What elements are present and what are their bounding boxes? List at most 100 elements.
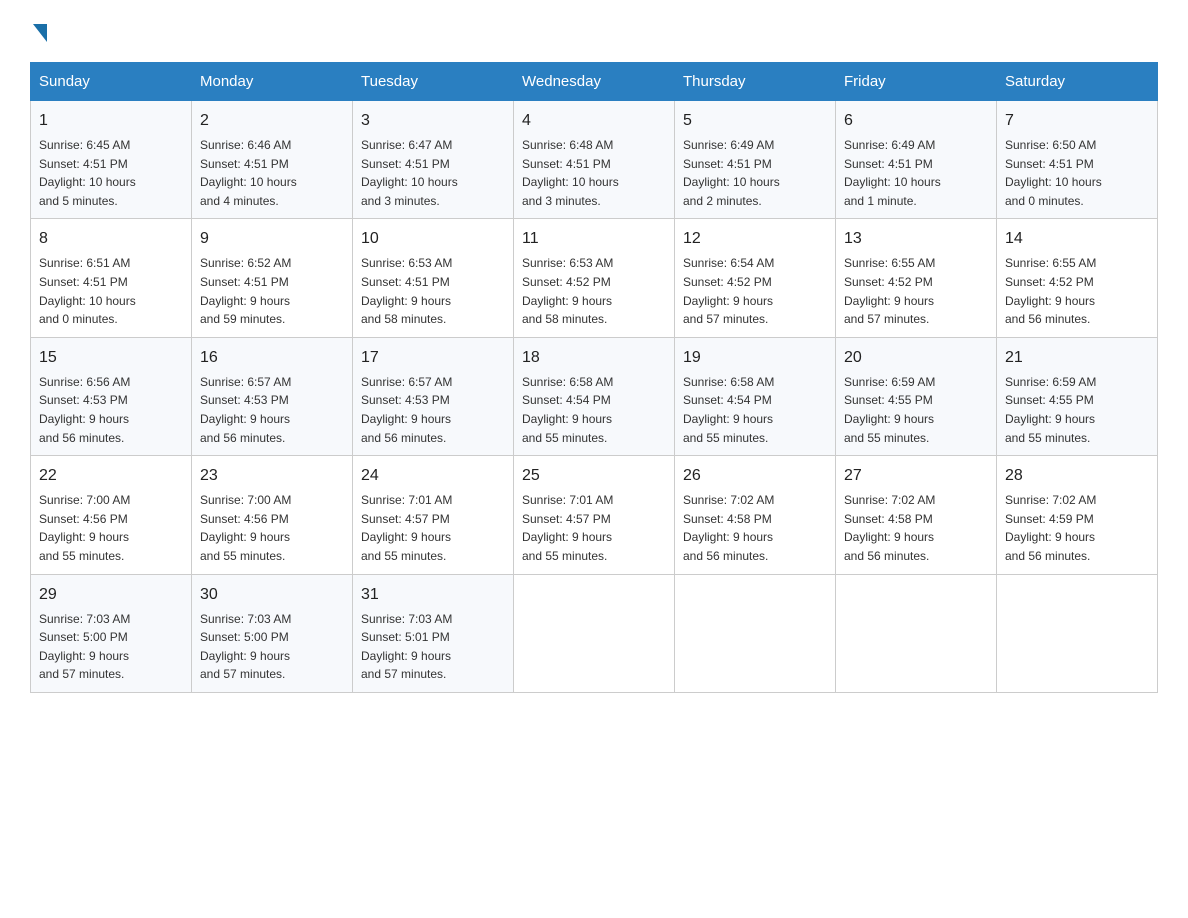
header-tuesday: Tuesday xyxy=(353,63,514,101)
calendar-cell: 30 Sunrise: 7:03 AMSunset: 5:00 PMDayligh… xyxy=(192,574,353,692)
day-number: 4 xyxy=(522,109,666,133)
day-number: 26 xyxy=(683,464,827,488)
calendar-cell: 22 Sunrise: 7:00 AMSunset: 4:56 PMDayligh… xyxy=(31,456,192,574)
day-info: Sunrise: 6:56 AMSunset: 4:53 PMDaylight:… xyxy=(39,373,183,447)
calendar-cell: 10Sunrise: 6:53 AMSunset: 4:51 PMDayligh… xyxy=(353,219,514,337)
day-info: Sunrise: 7:02 AMSunset: 4:58 PMDaylight:… xyxy=(683,491,827,565)
day-info: Sunrise: 7:00 AMSunset: 4:56 PMDaylight:… xyxy=(200,491,344,565)
day-number: 31 xyxy=(361,583,505,607)
day-number: 22 xyxy=(39,464,183,488)
header-saturday: Saturday xyxy=(997,63,1158,101)
day-number: 24 xyxy=(361,464,505,488)
calendar-cell: 4 Sunrise: 6:48 AMSunset: 4:51 PMDaylight… xyxy=(514,101,675,219)
page-header xyxy=(30,20,1158,42)
calendar-cell: 18 Sunrise: 6:58 AMSunset: 4:54 PMDayligh… xyxy=(514,337,675,455)
day-number: 16 xyxy=(200,346,344,370)
calendar-cell: 16 Sunrise: 6:57 AMSunset: 4:53 PMDayligh… xyxy=(192,337,353,455)
day-info: Sunrise: 7:02 AMSunset: 4:59 PMDaylight:… xyxy=(1005,491,1149,565)
calendar-cell: 12 Sunrise: 6:54 AMSunset: 4:52 PMDayligh… xyxy=(675,219,836,337)
calendar-cell: 3 Sunrise: 6:47 AMSunset: 4:51 PMDaylight… xyxy=(353,101,514,219)
day-info: Sunrise: 6:57 AMSunset: 4:53 PMDaylight:… xyxy=(200,373,344,447)
day-info: Sunrise: 6:55 AMSunset: 4:52 PMDaylight:… xyxy=(1005,254,1149,328)
day-number: 14 xyxy=(1005,227,1149,251)
header-friday: Friday xyxy=(836,63,997,101)
calendar-cell: 11 Sunrise: 6:53 AMSunset: 4:52 PMDayligh… xyxy=(514,219,675,337)
day-number: 12 xyxy=(683,227,827,251)
calendar-cell: 20Sunrise: 6:59 AMSunset: 4:55 PMDayligh… xyxy=(836,337,997,455)
header-wednesday: Wednesday xyxy=(514,63,675,101)
day-number: 18 xyxy=(522,346,666,370)
day-number: 6 xyxy=(844,109,988,133)
day-info: Sunrise: 6:49 AMSunset: 4:51 PMDaylight:… xyxy=(844,136,988,210)
logo-text xyxy=(30,20,47,42)
day-info: Sunrise: 6:58 AMSunset: 4:54 PMDaylight:… xyxy=(522,373,666,447)
day-info: Sunrise: 7:00 AMSunset: 4:56 PMDaylight:… xyxy=(39,491,183,565)
calendar-week-row: 15 Sunrise: 6:56 AMSunset: 4:53 PMDayligh… xyxy=(31,337,1158,455)
calendar-cell: 15 Sunrise: 6:56 AMSunset: 4:53 PMDayligh… xyxy=(31,337,192,455)
day-number: 20 xyxy=(844,346,988,370)
day-number: 2 xyxy=(200,109,344,133)
day-number: 13 xyxy=(844,227,988,251)
day-info: Sunrise: 6:49 AMSunset: 4:51 PMDaylight:… xyxy=(683,136,827,210)
day-number: 5 xyxy=(683,109,827,133)
day-info: Sunrise: 6:51 AMSunset: 4:51 PMDaylight:… xyxy=(39,254,183,328)
header-thursday: Thursday xyxy=(675,63,836,101)
day-info: Sunrise: 7:01 AMSunset: 4:57 PMDaylight:… xyxy=(522,491,666,565)
day-number: 21 xyxy=(1005,346,1149,370)
calendar-cell xyxy=(836,574,997,692)
day-number: 1 xyxy=(39,109,183,133)
calendar-cell: 29 Sunrise: 7:03 AMSunset: 5:00 PMDayligh… xyxy=(31,574,192,692)
logo xyxy=(30,20,47,42)
calendar-cell: 5 Sunrise: 6:49 AMSunset: 4:51 PMDaylight… xyxy=(675,101,836,219)
day-info: Sunrise: 6:57 AMSunset: 4:53 PMDaylight:… xyxy=(361,373,505,447)
calendar-week-row: 8 Sunrise: 6:51 AMSunset: 4:51 PMDaylight… xyxy=(31,219,1158,337)
day-info: Sunrise: 6:46 AMSunset: 4:51 PMDaylight:… xyxy=(200,136,344,210)
day-number: 3 xyxy=(361,109,505,133)
calendar-cell: 6 Sunrise: 6:49 AMSunset: 4:51 PMDaylight… xyxy=(836,101,997,219)
day-number: 23 xyxy=(200,464,344,488)
day-number: 17 xyxy=(361,346,505,370)
calendar-cell: 26 Sunrise: 7:02 AMSunset: 4:58 PMDayligh… xyxy=(675,456,836,574)
header-monday: Monday xyxy=(192,63,353,101)
day-number: 9 xyxy=(200,227,344,251)
day-info: Sunrise: 6:59 AMSunset: 4:55 PMDaylight:… xyxy=(1005,373,1149,447)
day-number: 8 xyxy=(39,227,183,251)
day-number: 15 xyxy=(39,346,183,370)
calendar-cell: 25 Sunrise: 7:01 AMSunset: 4:57 PMDayligh… xyxy=(514,456,675,574)
day-info: Sunrise: 6:53 AMSunset: 4:52 PMDaylight:… xyxy=(522,254,666,328)
calendar-cell xyxy=(997,574,1158,692)
day-number: 29 xyxy=(39,583,183,607)
day-info: Sunrise: 6:53 AMSunset: 4:51 PMDaylight:… xyxy=(361,254,505,328)
day-number: 30 xyxy=(200,583,344,607)
calendar-cell: 19Sunrise: 6:58 AMSunset: 4:54 PMDayligh… xyxy=(675,337,836,455)
calendar-week-row: 29 Sunrise: 7:03 AMSunset: 5:00 PMDayligh… xyxy=(31,574,1158,692)
day-number: 25 xyxy=(522,464,666,488)
calendar-week-row: 1Sunrise: 6:45 AMSunset: 4:51 PMDaylight… xyxy=(31,101,1158,219)
day-info: Sunrise: 6:50 AMSunset: 4:51 PMDaylight:… xyxy=(1005,136,1149,210)
day-info: Sunrise: 7:03 AMSunset: 5:01 PMDaylight:… xyxy=(361,610,505,684)
calendar-cell: 17 Sunrise: 6:57 AMSunset: 4:53 PMDayligh… xyxy=(353,337,514,455)
day-info: Sunrise: 6:47 AMSunset: 4:51 PMDaylight:… xyxy=(361,136,505,210)
day-number: 27 xyxy=(844,464,988,488)
calendar-cell: 28 Sunrise: 7:02 AMSunset: 4:59 PMDayligh… xyxy=(997,456,1158,574)
calendar-cell: 2 Sunrise: 6:46 AMSunset: 4:51 PMDaylight… xyxy=(192,101,353,219)
calendar-cell: 13Sunrise: 6:55 AMSunset: 4:52 PMDayligh… xyxy=(836,219,997,337)
day-info: Sunrise: 6:48 AMSunset: 4:51 PMDaylight:… xyxy=(522,136,666,210)
calendar-week-row: 22 Sunrise: 7:00 AMSunset: 4:56 PMDayligh… xyxy=(31,456,1158,574)
calendar-table: Sunday Monday Tuesday Wednesday Thursday… xyxy=(30,62,1158,693)
calendar-cell: 14 Sunrise: 6:55 AMSunset: 4:52 PMDayligh… xyxy=(997,219,1158,337)
day-number: 11 xyxy=(522,227,666,251)
calendar-cell: 21 Sunrise: 6:59 AMSunset: 4:55 PMDayligh… xyxy=(997,337,1158,455)
calendar-cell: 9 Sunrise: 6:52 AMSunset: 4:51 PMDaylight… xyxy=(192,219,353,337)
day-info: Sunrise: 7:03 AMSunset: 5:00 PMDaylight:… xyxy=(39,610,183,684)
day-number: 19 xyxy=(683,346,827,370)
day-info: Sunrise: 6:54 AMSunset: 4:52 PMDaylight:… xyxy=(683,254,827,328)
day-number: 7 xyxy=(1005,109,1149,133)
day-info: Sunrise: 6:52 AMSunset: 4:51 PMDaylight:… xyxy=(200,254,344,328)
logo-arrow-icon xyxy=(33,24,47,42)
calendar-cell: 7 Sunrise: 6:50 AMSunset: 4:51 PMDaylight… xyxy=(997,101,1158,219)
day-info: Sunrise: 7:03 AMSunset: 5:00 PMDaylight:… xyxy=(200,610,344,684)
calendar-cell: 27Sunrise: 7:02 AMSunset: 4:58 PMDayligh… xyxy=(836,456,997,574)
calendar-cell: 24Sunrise: 7:01 AMSunset: 4:57 PMDayligh… xyxy=(353,456,514,574)
day-number: 28 xyxy=(1005,464,1149,488)
